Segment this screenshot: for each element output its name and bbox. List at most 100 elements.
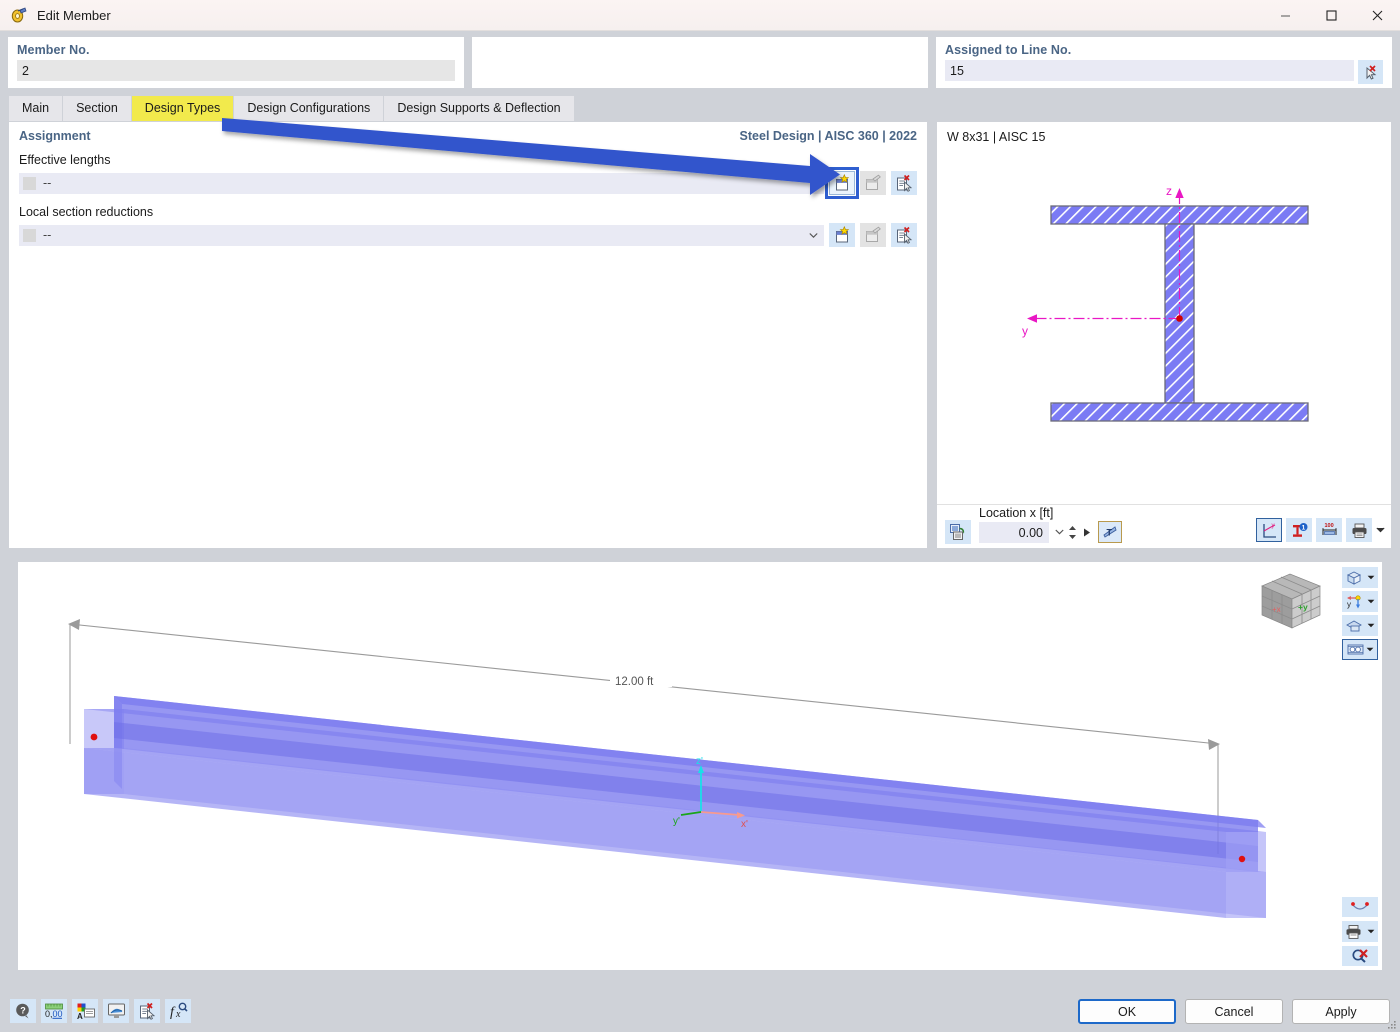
display-style-icon[interactable] [1342, 615, 1378, 636]
member-icon [9, 5, 29, 25]
display-properties-icon[interactable]: A [72, 999, 98, 1023]
render-settings-icon[interactable] [103, 999, 129, 1023]
footer-icon-toolbar: ? 0, 00 A f x [10, 999, 191, 1023]
svg-text:y: y [1271, 523, 1274, 529]
member-3d-viewport[interactable]: 12.00 ft z' x' y' +x +y y [17, 561, 1383, 971]
tab-section[interactable]: Section [63, 96, 132, 121]
color-swatch [23, 176, 36, 190]
number-format-icon[interactable]: 0, 00 [41, 999, 67, 1023]
svg-text:x: x [175, 1009, 181, 1020]
viewport-side-toolbar: y [1342, 567, 1378, 660]
svg-text:A: A [77, 1012, 83, 1020]
member-no-input[interactable]: 2 [17, 60, 455, 81]
section-name-label: W 8x31 | AISC 15 [947, 130, 1046, 144]
local-section-reductions-value: -- [43, 228, 52, 242]
edit-member-dialog: Edit Member Member No. 2 Assigned to Lin… [0, 0, 1400, 1032]
print-icon[interactable] [1346, 518, 1372, 542]
header-middle-panel [472, 37, 928, 88]
axis-y-prime-label: y' [673, 816, 680, 827]
svg-text:T: T [1107, 528, 1113, 538]
local-section-reductions-group: Local section reductions -- [9, 195, 927, 247]
chevron-down-icon [1366, 647, 1374, 652]
smile-icon[interactable] [1342, 897, 1378, 917]
color-swatch [23, 228, 36, 242]
chevron-down-icon [1367, 929, 1375, 934]
cancel-button[interactable]: Cancel [1185, 999, 1283, 1024]
render-mode-icon[interactable] [1342, 567, 1378, 588]
title-bar: Edit Member [0, 0, 1400, 31]
design-standard-label: Steel Design | AISC 360 | 2022 [739, 129, 917, 143]
svg-text:00: 00 [53, 1009, 63, 1019]
help-icon[interactable]: ? [10, 999, 36, 1023]
effective-lengths-group: Effective lengths -- [9, 143, 927, 199]
header-fields: Member No. 2 Assigned to Line No. 15 [0, 31, 1400, 93]
section-drawing[interactable]: z y [937, 148, 1391, 506]
chevron-down-icon [1367, 623, 1375, 628]
nav-cube-face-y: +y [1298, 602, 1308, 612]
print-icon[interactable] [1342, 921, 1378, 942]
new-document-icon[interactable] [825, 167, 859, 199]
tab-design-types[interactable]: Design Types [131, 96, 235, 121]
local-section-reductions-combo[interactable]: -- [19, 224, 824, 246]
close-button[interactable] [1354, 0, 1400, 31]
window-controls [1262, 0, 1400, 31]
tab-design-supports-deflection[interactable]: Design Supports & Deflection [384, 96, 575, 121]
location-x-value: 0.00 [1018, 525, 1043, 540]
chevron-down-icon [1367, 599, 1375, 604]
assignment-title: Assignment [19, 129, 91, 143]
local-section-reductions-label: Local section reductions [19, 205, 154, 219]
axis-y-label: y [1022, 324, 1028, 338]
view-nav-cube[interactable]: +x +y [1256, 568, 1326, 636]
coordinate-system-icon[interactable]: y [1256, 518, 1282, 542]
resize-grip[interactable] [1385, 1018, 1397, 1030]
chevron-down-icon [809, 181, 818, 187]
assigned-line-input[interactable]: 15 [945, 60, 1354, 81]
ok-button[interactable]: OK [1078, 999, 1176, 1024]
stepper-icon[interactable] [1068, 525, 1077, 540]
apply-button[interactable]: Apply [1292, 999, 1390, 1024]
assigned-line-field: Assigned to Line No. 15 [936, 37, 1392, 88]
svg-text:1: 1 [1301, 524, 1305, 531]
tab-design-configurations[interactable]: Design Configurations [234, 96, 385, 121]
rotate-section-icon[interactable]: T [1098, 521, 1122, 543]
svg-text:?: ? [20, 1005, 26, 1015]
zoom-reset-icon[interactable] [1342, 946, 1378, 966]
play-forward-icon[interactable] [1083, 528, 1091, 537]
dimension-label: 12.00 ft [615, 676, 654, 688]
effective-lengths-label: Effective lengths [19, 153, 111, 167]
chevron-down-icon[interactable] [1376, 527, 1385, 533]
delete-selection-icon[interactable] [134, 999, 160, 1023]
select-cursor-icon[interactable] [1358, 60, 1383, 84]
tab-strip: Main Section Design Types Design Configu… [0, 96, 1400, 121]
edit-document-icon [860, 223, 886, 247]
member-no-field: Member No. 2 [8, 37, 464, 88]
effective-lengths-combo[interactable]: -- [19, 172, 824, 194]
edit-document-icon [860, 171, 886, 195]
nav-cube-face-x: +x [1272, 605, 1281, 614]
axis-z-label: z [1166, 184, 1172, 198]
new-document-icon[interactable] [829, 223, 855, 247]
chevron-down-icon[interactable] [1055, 529, 1064, 535]
window-title: Edit Member [37, 7, 111, 23]
section-properties-icon[interactable]: 1 [1286, 518, 1312, 542]
location-x-label: Location x [ft] [979, 506, 1054, 520]
svg-text:0,: 0, [45, 1009, 53, 1019]
dimensions-icon[interactable]: 100 [1316, 518, 1342, 542]
axis-x-prime-label: x' [741, 819, 748, 830]
section-preview-panel: W 8x31 | AISC 15 z y Location x [ft] 0.0… [936, 121, 1392, 549]
dialog-action-buttons: OK Cancel Apply [1078, 999, 1390, 1024]
function-icon[interactable]: f x [165, 999, 191, 1023]
select-document-icon[interactable] [891, 171, 917, 195]
assigned-line-label: Assigned to Line No. [945, 43, 1072, 57]
tab-main[interactable]: Main [9, 96, 64, 121]
section-toolbar: Location x [ft] 0.00 T y 1 100 [937, 504, 1391, 548]
svg-text:100: 100 [1324, 523, 1333, 529]
maximize-button[interactable] [1308, 0, 1354, 31]
view-direction-icon[interactable]: y [1342, 591, 1378, 612]
minimize-button[interactable] [1262, 0, 1308, 31]
select-document-icon[interactable] [891, 223, 917, 247]
location-x-input[interactable]: 0.00 [979, 522, 1049, 543]
visibility-icon[interactable] [1342, 639, 1378, 660]
axis-z-prime-label: z' [696, 756, 703, 767]
export-image-icon[interactable] [945, 520, 971, 544]
